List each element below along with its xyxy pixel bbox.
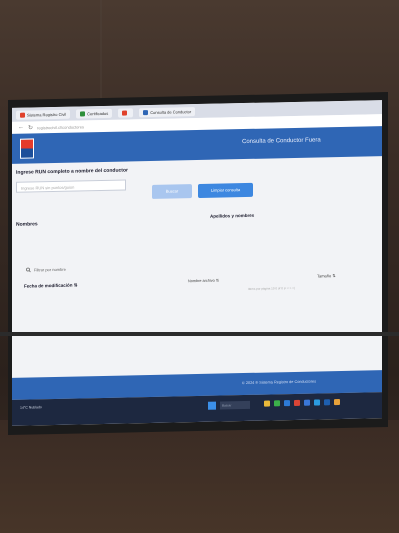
filter-row[interactable]: Filtrar por nombre xyxy=(26,267,66,273)
main-content: Ingrese RUN completo a nombre del conduc… xyxy=(12,156,382,368)
desk-surface xyxy=(0,420,399,533)
logo-icon xyxy=(20,138,34,159)
browser-tab[interactable]: Certificados xyxy=(76,108,113,119)
favicon-icon xyxy=(122,109,128,116)
app-title: Consulta de Conductor Fuera xyxy=(242,137,321,146)
tab-label: Consulta de Conductor xyxy=(150,108,192,115)
column-header-tamano[interactable]: Tamaño ⇅ xyxy=(317,273,336,278)
rut-input[interactable]: Ingrese RUN sin puntos/guion xyxy=(16,179,126,193)
column-header-fecha[interactable]: Fecha de modificación ⇅ xyxy=(24,283,78,290)
browser-tab[interactable] xyxy=(118,107,134,118)
column-header-nombre-archivo[interactable]: Nombre archivo ⇅ xyxy=(188,278,219,284)
app-icon[interactable] xyxy=(304,399,310,406)
chrome-icon[interactable] xyxy=(294,399,300,406)
taskbar-search[interactable]: Buscar xyxy=(220,400,250,410)
app-icon[interactable] xyxy=(314,399,320,406)
windows-start-icon[interactable] xyxy=(208,401,216,410)
app-icon[interactable] xyxy=(334,399,340,406)
favicon-icon xyxy=(80,110,86,116)
clear-button[interactable]: Limpiar consulta xyxy=(198,182,253,198)
monitor: Sistema Registro Civil Certificados Cons… xyxy=(8,92,388,435)
filter-input[interactable]: Filtrar por nombre xyxy=(34,267,66,273)
edge-icon[interactable] xyxy=(284,400,290,407)
favicon-icon xyxy=(143,109,149,115)
favicon-icon xyxy=(20,112,25,118)
search-icon xyxy=(26,267,31,273)
tab-label: Certificados xyxy=(87,110,109,116)
monitor-bezel-bottom xyxy=(0,332,399,336)
pagination[interactable]: Items por página 10 0 of 0 |< < > >| xyxy=(248,286,295,291)
url-input[interactable]: registrocivil.cl/conductores xyxy=(37,122,177,130)
folder-icon[interactable] xyxy=(264,400,270,407)
word-icon[interactable] xyxy=(324,399,330,406)
app-icon[interactable] xyxy=(274,400,280,407)
search-button[interactable]: Buscar xyxy=(152,184,192,199)
section-title: Ingrese RUN completo a nombre del conduc… xyxy=(16,167,128,176)
back-icon[interactable]: ← xyxy=(18,125,24,131)
footer-text: © 2024 ® Sistema Registro de Conductores xyxy=(242,379,316,386)
weather-widget[interactable]: 14°C Nublado xyxy=(20,405,42,409)
screen: Sistema Registro Civil Certificados Cons… xyxy=(12,100,382,426)
browser-tab-active[interactable]: Consulta de Conductor xyxy=(139,106,196,117)
nombres-label: Nombres xyxy=(16,221,38,228)
browser-tab[interactable]: Sistema Registro Civil xyxy=(16,109,71,120)
tab-label: Sistema Registro Civil xyxy=(27,111,67,118)
reload-icon[interactable]: ↻ xyxy=(28,124,33,131)
apellidos-label: Apellidos y nombres xyxy=(210,212,255,219)
